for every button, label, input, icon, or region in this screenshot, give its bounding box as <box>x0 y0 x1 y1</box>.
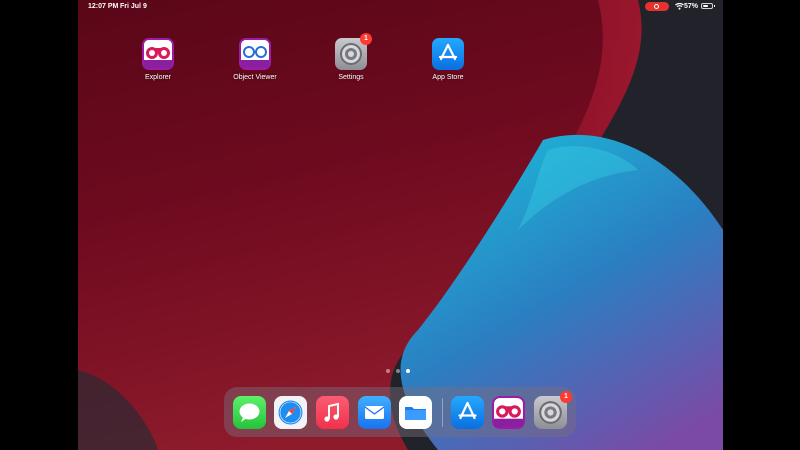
ipad-home-screen: 12:07 PM Fri Jul 9 57% Explorer Object V… <box>78 0 723 450</box>
gear-icon[interactable]: 1 <box>534 391 572 429</box>
app-settings[interactable]: 1 Settings <box>316 33 386 81</box>
mail-icon[interactable] <box>358 396 391 429</box>
battery-tip <box>714 5 715 7</box>
record-icon <box>654 4 659 9</box>
binoculars-icon <box>142 38 174 70</box>
status-bar: 12:07 PM Fri Jul 9 57% <box>78 0 723 14</box>
binoculars-icon[interactable] <box>492 396 525 429</box>
page-dot[interactable] <box>396 369 400 373</box>
app-store-icon[interactable] <box>451 396 484 429</box>
screen-recording-indicator[interactable] <box>645 2 669 11</box>
notification-badge: 1 <box>360 33 372 45</box>
app-explorer[interactable]: Explorer <box>123 38 193 81</box>
dock: 1 <box>224 387 576 437</box>
battery-icon <box>701 3 713 9</box>
glasses-icon <box>239 38 271 70</box>
status-time: 12:07 PM <box>88 3 119 10</box>
music-icon[interactable] <box>316 396 349 429</box>
app-label: Explorer <box>144 74 172 81</box>
app-object-viewer[interactable]: Object Viewer <box>220 38 290 81</box>
files-icon[interactable] <box>399 396 432 429</box>
status-date: Fri Jul 9 <box>120 3 147 10</box>
battery-level <box>703 5 708 7</box>
app-label: Settings <box>338 74 364 81</box>
notification-badge: 1 <box>560 391 572 403</box>
app-store-icon <box>432 38 464 70</box>
wifi-icon <box>675 2 684 10</box>
app-label: Object Viewer <box>233 74 277 81</box>
battery-percentage: 57% <box>684 3 699 10</box>
dock-divider <box>442 398 443 427</box>
safari-icon[interactable] <box>274 396 307 429</box>
app-label: App Store <box>432 74 464 81</box>
messages-icon[interactable] <box>233 396 266 429</box>
page-dot-current[interactable] <box>406 369 410 373</box>
app-app-store[interactable]: App Store <box>413 38 483 81</box>
gear-icon: 1 <box>335 33 372 70</box>
page-dot[interactable] <box>386 369 390 373</box>
